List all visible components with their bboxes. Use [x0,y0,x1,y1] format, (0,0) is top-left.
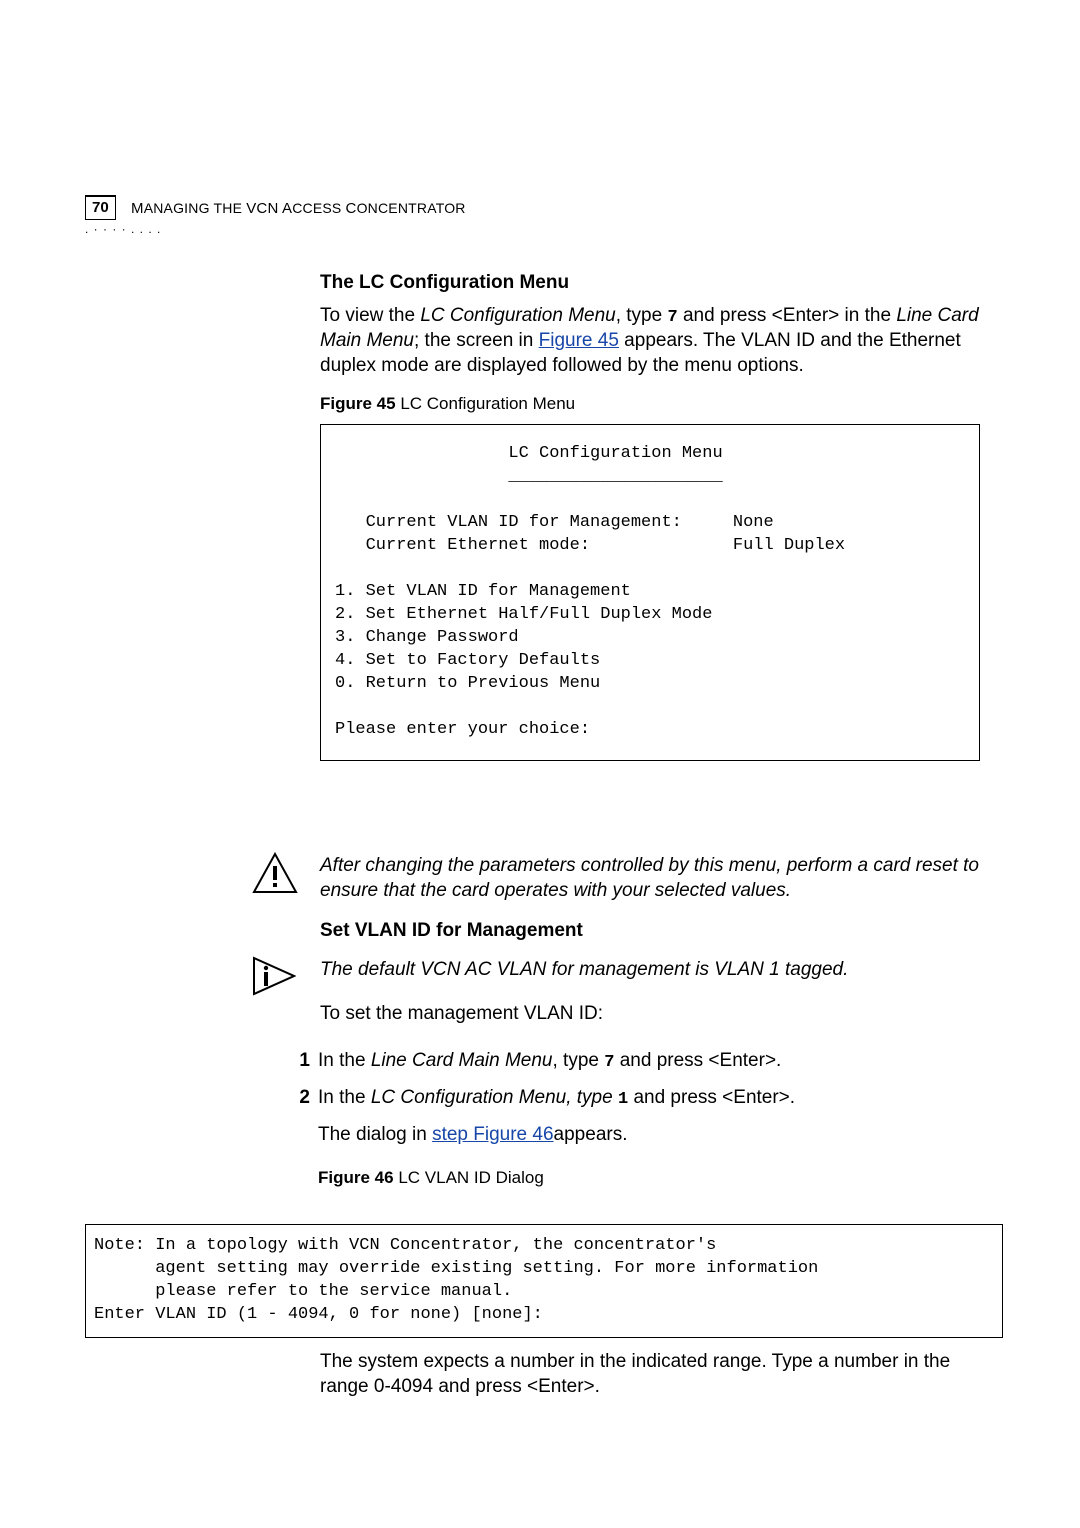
steps-block: 1 In the Line Card Main Menu, type 7 and … [288,1040,980,1200]
procedure-intro-row: To set the management VLAN ID: [252,1002,980,1027]
figure-link[interactable]: Figure 45 [539,330,619,351]
menu-name: LC Configuration Menu, type [371,1087,618,1108]
caution-icon [252,852,298,894]
figure-link[interactable]: step Figure 46 [432,1124,553,1145]
key-input: 1 [618,1090,628,1109]
text-fragment: and press <Enter>. [628,1087,795,1108]
section-2-block: Set VLAN ID for Management [320,920,980,952]
info-text: The default VCN AC VLAN for management i… [320,958,980,983]
text-fragment: appears. [554,1124,628,1145]
section-title-lc-config: The LC Configuration Menu [320,272,980,294]
step-1: 1 In the Line Card Main Menu, type 7 and … [288,1048,980,1075]
caution-callout: After changing the parameters controlled… [252,854,980,903]
step-number: 2 [288,1085,310,1112]
figure-46-caption: Figure 46 LC VLAN ID Dialog [318,1166,980,1190]
lc-configuration-menu-screen: LC Configuration Menu __________________… [320,424,980,760]
figure-title: LC Configuration Menu [396,394,576,413]
rh-part: ANAGING THE [144,200,242,216]
text-fragment: To view the [320,305,420,326]
info-callout: The default VCN AC VLAN for management i… [252,958,980,983]
step-2-subtext: The dialog in step Figure 46appears. [318,1122,980,1149]
page-number: 70 [85,195,116,220]
main-content: The LC Configuration Menu To view the LC… [320,272,980,775]
key-input: 7 [667,308,677,327]
closing-block: The system expects a number in the indic… [320,1350,980,1415]
closing-paragraph: The system expects a number in the indic… [320,1350,980,1399]
figure-45-caption: Figure 45 LC Configuration Menu [320,394,980,414]
figure-label: Figure 46 [318,1168,394,1187]
text-fragment: and press <Enter>. [614,1050,781,1071]
rh-part: VCN A [246,200,292,217]
steps-list: 1 In the Line Card Main Menu, type 7 and … [288,1048,980,1190]
rh-part: CCESS [292,200,341,216]
step-2: 2 In the LC Configuration Menu, type 1 an… [288,1085,980,1190]
running-header: MANAGING THE VCN ACCESS CONCENTRATOR [131,200,466,217]
header-dots-decoration: . · · · · . . . . [85,222,161,236]
text-fragment: , type [616,305,668,326]
text-fragment: The dialog in [318,1124,432,1145]
intro-paragraph: To view the LC Configuration Menu, type … [320,304,980,378]
section-title-set-vlan: Set VLAN ID for Management [320,920,980,942]
text-fragment: ; the screen in [414,330,539,351]
text-fragment: In the [318,1050,371,1071]
info-icon [252,956,296,996]
rh-part: C [346,200,357,217]
procedure-intro: To set the management VLAN ID: [320,1002,980,1027]
text-fragment: , type [552,1050,604,1071]
figure-title: LC VLAN ID Dialog [394,1168,544,1187]
step-number: 1 [288,1048,310,1075]
menu-name: LC Configuration Menu [420,305,615,326]
text-fragment: and press <Enter> in the [678,305,897,326]
caution-text: After changing the parameters controlled… [320,854,980,903]
figure-label: Figure 45 [320,394,396,413]
key-input: 7 [604,1053,614,1072]
menu-name: Line Card Main Menu [371,1050,553,1071]
text-fragment: In the [318,1087,371,1108]
rh-part: M [131,200,144,217]
rh-part: ONCENTRATOR [357,200,466,216]
lc-vlan-id-dialog-screen: Note: In a topology with VCN Concentrato… [85,1224,1003,1338]
